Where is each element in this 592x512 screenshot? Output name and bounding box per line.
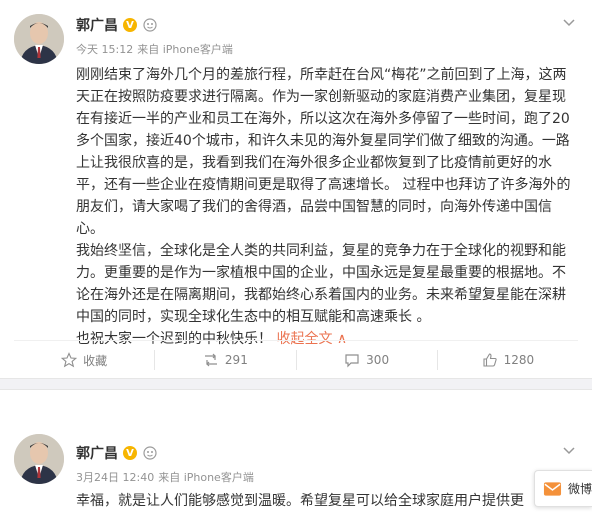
verified-badge-icon: V <box>123 446 137 460</box>
author-name[interactable]: 郭广昌 <box>76 15 118 35</box>
post-paragraph: 幸福，就是让人们能够感觉到温暖。希望复星可以给全球家庭用户提供更 <box>76 493 524 509</box>
author-row: 郭广昌 V <box>76 15 158 35</box>
favorite-button[interactable]: 收藏 <box>14 350 154 370</box>
like-button[interactable]: 1280 <box>436 350 578 370</box>
avatar[interactable] <box>14 14 64 64</box>
like-count: 1280 <box>503 353 535 367</box>
post-time[interactable]: 3月24日 12:40 <box>76 471 154 484</box>
post-body: 刚刚结束了海外几个月的差旅行程，所幸赶在台风“梅花”之前回到了上海，这两天正在按… <box>76 64 576 350</box>
comment-button[interactable]: 300 <box>295 350 437 370</box>
post-source: 来自 iPhone客户端 <box>137 43 233 56</box>
floating-weibo-widget[interactable]: 微博 <box>534 470 592 507</box>
weibo-post: 郭广昌 V 今天 15:12 来自 iPhone客户端 刚刚结束了海外几个月的差旅… <box>0 0 592 378</box>
chevron-down-icon[interactable] <box>562 446 576 456</box>
post-source: 来自 iPhone客户端 <box>158 471 254 484</box>
post-paragraph: 刚刚结束了海外几个月的差旅行程，所幸赶在台风“梅花”之前回到了上海，这两天正在按… <box>76 67 571 237</box>
floating-widget-label: 微博 <box>567 482 592 496</box>
author-row: 郭广昌 V <box>76 443 158 463</box>
post-meta: 今天 15:12 来自 iPhone客户端 <box>76 41 233 57</box>
action-bar: 收藏 291 300 1280 <box>14 340 578 379</box>
member-icon <box>143 446 157 460</box>
repost-button[interactable]: 291 <box>154 350 295 370</box>
avatar[interactable] <box>14 434 64 484</box>
thumbs-up-icon <box>483 353 497 367</box>
repost-icon <box>204 353 217 367</box>
repost-count: 291 <box>224 353 248 367</box>
post-meta: 3月24日 12:40 来自 iPhone客户端 <box>76 469 254 485</box>
comment-count: 300 <box>366 353 390 367</box>
weibo-post: 郭广昌 V 3月24日 12:40 来自 iPhone客户端 幸福，就是让人们能够… <box>0 390 592 509</box>
favorite-label: 收藏 <box>83 353 108 368</box>
post-body: 幸福，就是让人们能够感觉到温暖。希望复星可以给全球家庭用户提供更 <box>76 490 536 512</box>
star-icon <box>61 352 78 368</box>
mail-icon <box>543 481 562 496</box>
chevron-down-icon[interactable] <box>562 18 576 28</box>
verified-badge-icon: V <box>123 18 137 32</box>
feed-divider <box>0 378 592 390</box>
author-name[interactable]: 郭广昌 <box>76 443 118 463</box>
post-time[interactable]: 今天 15:12 <box>76 43 133 56</box>
member-icon <box>143 18 157 32</box>
post-paragraph: 我始终坚信，全球化是全人类的共同利益，复星的竞争力在于全球化的视野和能力。更重要… <box>76 243 566 325</box>
comment-icon <box>345 354 359 368</box>
